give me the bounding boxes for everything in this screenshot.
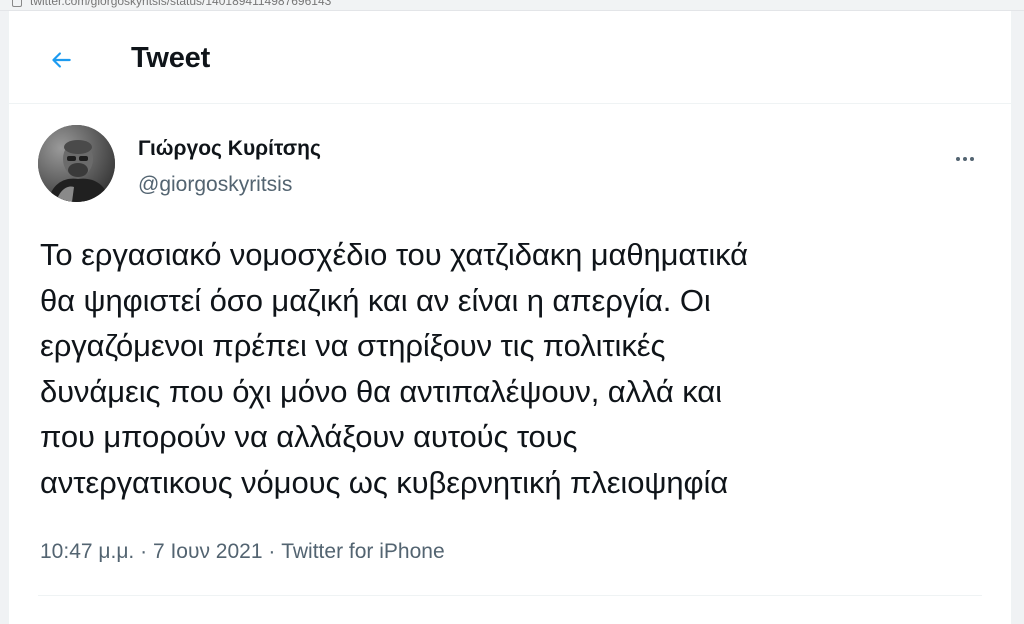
tweet-time: 10:47 μ.μ.	[40, 540, 135, 563]
lock-icon	[12, 0, 22, 7]
tweet-text-line: θα ψηφιστεί όσο μαζική και αν είναι η απ…	[40, 282, 711, 318]
arrow-left-icon	[52, 52, 71, 68]
tweet-text-line: εργαζόμενοι πρέπει να στηρίξουν τις πολι…	[40, 328, 666, 364]
tweet-date: 7 Ιουν 2021	[152, 540, 263, 563]
page-title: Tweet	[131, 42, 211, 74]
back-button[interactable]	[42, 41, 80, 79]
url-text[interactable]: twitter.com/giorgoskyritsis/status/14018…	[30, 0, 331, 8]
tweet-column: Tweet Γιώργος Κυρίτσης @giorgoskyritsis …	[8, 11, 1012, 624]
tweet-metadata: 10:47 μ.μ. · 7 Ιουν 2021 · Twitter for i…	[40, 540, 445, 564]
tweet-text-line: δυνάμεις που όχι μόνο θα αντιπαλέψουν, α…	[40, 373, 722, 409]
meta-separator: ·	[268, 540, 276, 563]
meta-separator: ·	[140, 540, 148, 563]
tweet-time-link[interactable]: 10:47 μ.μ. · 7 Ιουν 2021	[40, 540, 263, 563]
tweet-text-line: Το εργασιακό νομοσχέδιο του χατζιδακη μα…	[40, 237, 748, 272]
avatar-image	[38, 125, 115, 202]
divider	[38, 595, 982, 596]
tweet-source-link[interactable]: Twitter for iPhone	[281, 540, 444, 563]
tweet-text-line: αντεργατικους νόμους ως κυβερνητική πλει…	[40, 464, 729, 500]
avatar[interactable]	[38, 125, 115, 202]
tweet-text: Το εργασιακό νομοσχέδιο του χατζιδακη μα…	[40, 232, 1000, 506]
more-horizontal-icon	[956, 157, 974, 161]
author-display-name[interactable]: Γιώργος Κυρίτσης	[138, 137, 321, 161]
tweet-author: Γιώργος Κυρίτσης @giorgoskyritsis	[9, 123, 1011, 213]
tweet-text-line: που μπορούν να αλλάξουν αυτούς τους	[40, 419, 578, 455]
page-header: Tweet	[9, 11, 1011, 104]
author-handle[interactable]: @giorgoskyritsis	[138, 173, 292, 197]
more-button[interactable]	[947, 141, 983, 177]
browser-url-bar[interactable]: twitter.com/giorgoskyritsis/status/14018…	[0, 0, 1024, 11]
scrollbar[interactable]	[1013, 11, 1024, 624]
